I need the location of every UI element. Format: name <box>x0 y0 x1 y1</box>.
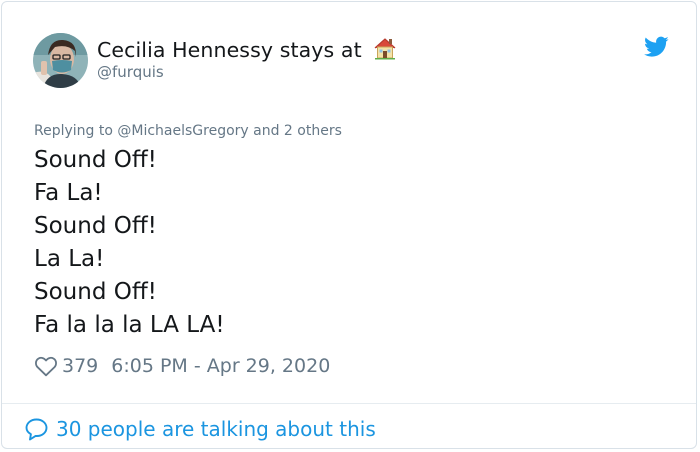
speech-bubble-icon <box>25 418 48 441</box>
tweet-text: Sound Off! Fa La! Sound Off! La La! Soun… <box>34 144 225 342</box>
author-name[interactable]: Cecilia Hennessy stays at <box>97 35 398 62</box>
divider <box>2 403 696 404</box>
tweet-meta: 379 6:05 PM - Apr 29, 2020 <box>34 353 330 379</box>
tweet-text-line: Sound Off! <box>34 213 157 239</box>
house-icon <box>374 38 396 60</box>
like-count[interactable]: 379 <box>62 355 98 377</box>
tweet-text-line: Fa La! <box>34 180 103 206</box>
avatar-photo <box>33 33 88 88</box>
tweet-timestamp[interactable]: 6:05 PM - Apr 29, 2020 <box>111 355 330 377</box>
tweet-text-line: La La! <box>34 246 105 272</box>
tweet-text-line: Fa la la la LA LA! <box>34 312 225 338</box>
tweet-text-line: Sound Off! <box>34 279 157 305</box>
heart-icon[interactable] <box>34 355 58 377</box>
reply-context: Replying to @MichaelsGregory and 2 other… <box>34 123 342 139</box>
twitter-bird-icon[interactable] <box>644 36 669 58</box>
author-handle[interactable]: @furquis <box>97 63 164 81</box>
conversation-link-label: 30 people are talking about this <box>56 417 376 441</box>
author-display-name: Cecilia Hennessy stays at <box>97 38 362 62</box>
tweet-text-line: Sound Off! <box>34 147 157 173</box>
tweet-card: Cecilia Hennessy stays at @furquis Reply… <box>1 1 697 449</box>
avatar[interactable] <box>33 33 88 88</box>
conversation-link[interactable]: 30 people are talking about this <box>24 415 376 443</box>
